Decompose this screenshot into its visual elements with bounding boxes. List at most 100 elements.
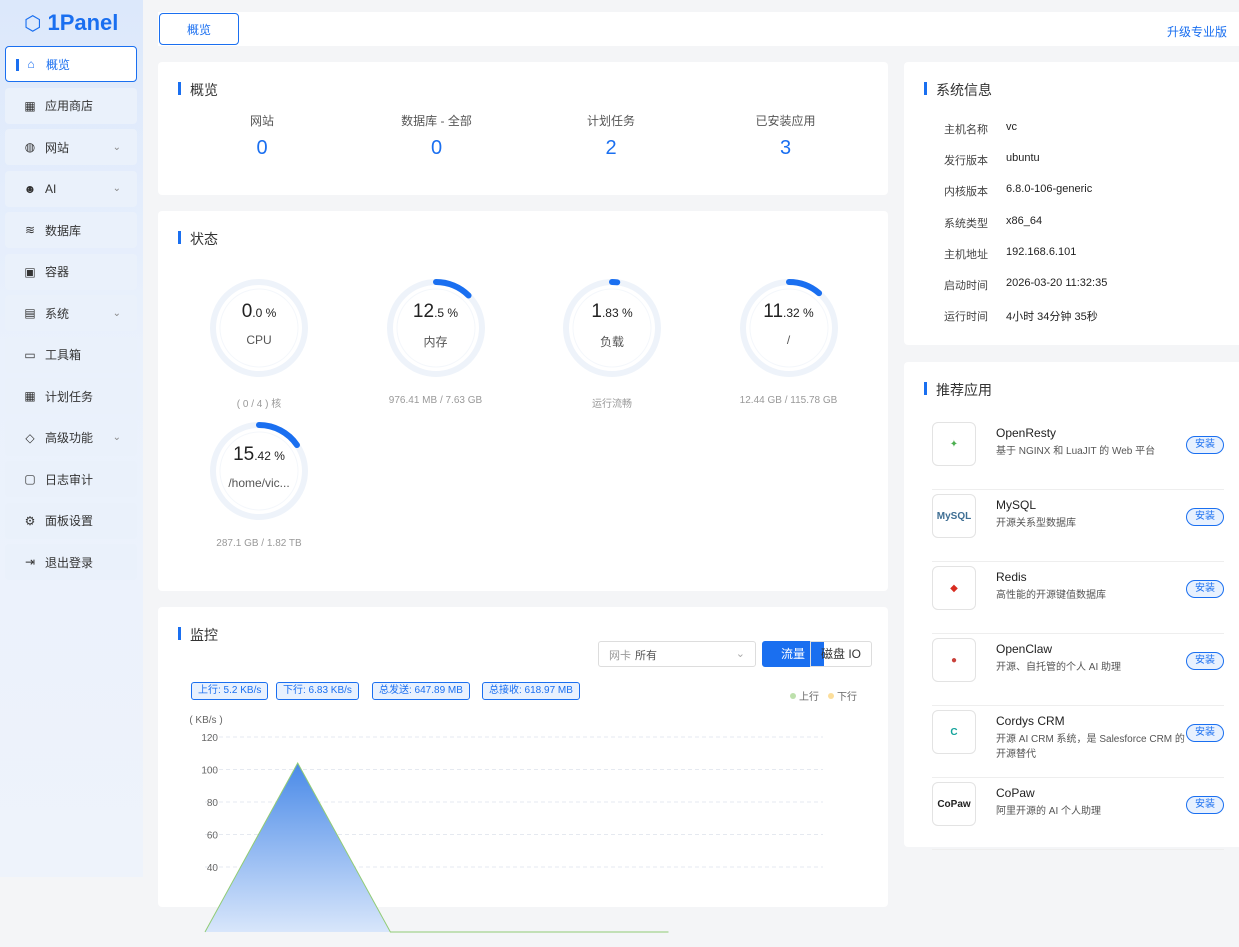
- logo[interactable]: ⬡ 1Panel: [0, 0, 143, 40]
- gauge[interactable]: 11.32 % / 12.44 GB / 115.78 GB: [729, 273, 849, 406]
- sidebar-item[interactable]: ▣ 容器: [5, 253, 137, 290]
- gauge-ring: [210, 279, 308, 377]
- sidebar-item[interactable]: ◇ 高级功能 ⌄: [5, 419, 137, 456]
- gauge-ring: [386, 279, 485, 377]
- gauge-ring: [563, 279, 661, 377]
- install-button[interactable]: 安装: [1186, 508, 1224, 526]
- gauge-ring: [739, 279, 838, 377]
- app-item[interactable]: ● OpenClaw 开源、自托管的个人 AI 助理 安装: [932, 634, 1224, 706]
- grid-icon: ▦: [24, 98, 36, 113]
- home-icon: ⌂: [27, 57, 35, 71]
- y-tick-label: 120: [201, 733, 218, 744]
- card-title: 概览: [178, 80, 218, 100]
- app-item[interactable]: C Cordys CRM 开源 AI CRM 系统，是 Salesforce C…: [932, 706, 1224, 778]
- app-item[interactable]: ✦ OpenResty 基于 NGINX 和 LuaJIT 的 Web 平台 安…: [932, 418, 1224, 490]
- y-axis-label: ( KB/s ): [189, 715, 222, 726]
- app-logo-icon: ◆: [932, 566, 976, 610]
- app-logo-icon: C: [932, 710, 976, 754]
- y-tick-label: 80: [207, 798, 219, 809]
- traffic-chart: ( KB/s ) 40 60 80 100 120 上行 下行: [189, 690, 857, 933]
- logout-icon: ⇥: [24, 555, 36, 569]
- sidebar: ⬡ 1Panel ⌂ 概览 ▦ 应用商店 ◍ 网站 ⌄ ☻ AI ⌄ ≋ 数据库 ▣ 容器 ▤ 系统 ⌄ ▭ 工具箱 ▦…: [0, 0, 143, 877]
- overview-stat[interactable]: 数据库 - 全部 0: [362, 112, 512, 160]
- legend-marker: [828, 693, 834, 699]
- card-title: 推荐应用: [924, 380, 992, 400]
- overview-card: 概览 网站 0 数据库 - 全部 0 计划任务 2 已安装应用 3: [158, 62, 888, 195]
- sidebar-item[interactable]: ◍ 网站 ⌄: [5, 129, 137, 165]
- legend-marker: [790, 693, 796, 699]
- sidebar-item[interactable]: ▦ 计划任务: [5, 378, 137, 414]
- y-tick-label: 100: [201, 766, 218, 777]
- diamond-icon: ◇: [25, 430, 35, 445]
- logo-icon: ⬡: [24, 12, 42, 35]
- server-icon: ▤: [24, 306, 36, 320]
- card-title: 状态: [178, 229, 218, 249]
- install-button[interactable]: 安装: [1186, 724, 1224, 742]
- overview-stat[interactable]: 网站 0: [187, 112, 337, 160]
- system-info-row: 内核版本 6.8.0-106-generic: [944, 183, 1093, 199]
- globe-icon: ◍: [24, 140, 36, 154]
- chevron-down-icon: ⌄: [735, 648, 745, 660]
- app-item[interactable]: ◆ Redis 高性能的开源键值数据库 安装: [932, 562, 1224, 634]
- monitor-card: 监控 网卡 所有 ⌄ 流量 磁盘 IO 上行: 5.2 KB/s 下行: 6.83 K…: [158, 607, 888, 933]
- system-info-row: 系统类型 x86_64: [944, 214, 1043, 230]
- gear-icon: ⚙: [24, 513, 36, 528]
- app-logo-icon: MySQL: [932, 494, 976, 538]
- chevron-down-icon: ⌄: [112, 141, 121, 153]
- active-indicator: [16, 59, 19, 71]
- nic-select[interactable]: 网卡 所有 ⌄: [598, 641, 756, 667]
- system-info-row: 主机地址 192.168.6.101: [944, 245, 1077, 261]
- chevron-down-icon: ⌄: [112, 183, 121, 194]
- tab-overview[interactable]: 概览: [159, 13, 239, 45]
- y-tick-label: 40: [207, 863, 219, 874]
- system-info-row: 启动时间 2026-03-20 11:32:35: [944, 277, 1108, 292]
- overview-stat[interactable]: 已安装应用 3: [711, 112, 861, 160]
- sidebar-item[interactable]: ▤ 系统 ⌄: [5, 295, 137, 331]
- docker-icon: ▣: [24, 264, 36, 279]
- top-bar: 概览 升级专业版: [158, 12, 1239, 46]
- series-upload-area: [205, 763, 669, 932]
- gauge[interactable]: 0.0 % CPU ( 0 / 4 ) 核: [199, 273, 319, 410]
- toolbox-icon: ▭: [24, 347, 36, 362]
- overview-stat[interactable]: 计划任务 2: [536, 112, 686, 160]
- install-button[interactable]: 安装: [1186, 436, 1224, 454]
- system-info-row: 运行时间 4小时 34分钟 35秒: [944, 311, 1098, 324]
- recommended-apps-card: 推荐应用 ✦ OpenResty 基于 NGINX 和 LuaJIT 的 Web…: [904, 362, 1239, 850]
- gauge-ring: [210, 422, 308, 520]
- sidebar-item[interactable]: ≋ 数据库: [5, 212, 137, 248]
- system-info-row: 发行版本 ubuntu: [944, 152, 1040, 168]
- sidebar-item[interactable]: ⚙ 面板设置: [5, 502, 137, 539]
- robot-icon: ☻: [23, 181, 37, 196]
- sidebar-item[interactable]: ☻ AI ⌄: [5, 170, 137, 207]
- sidebar-item[interactable]: ⇥ 退出登录: [5, 544, 137, 580]
- disk-io-button[interactable]: 磁盘 IO: [810, 641, 872, 667]
- install-button[interactable]: 安装: [1186, 652, 1224, 670]
- sidebar-item[interactable]: ▦ 应用商店: [5, 87, 137, 124]
- y-tick-label: 60: [207, 831, 219, 842]
- chevron-down-icon: ⌄: [112, 432, 121, 443]
- status-card: 状态 0.0 % CPU ( 0 / 4 ) 核 12.5 % 内存 976.4…: [158, 211, 888, 591]
- sidebar-item[interactable]: ⌂ 概览: [5, 46, 137, 82]
- system-info-card: 系统信息 主机名称 vc 发行版本 ubuntu 内核版本 6.8.0-106-gener…: [904, 62, 1239, 345]
- gauge[interactable]: 12.5 % 内存 976.41 MB / 7.63 GB: [376, 273, 496, 406]
- app-item[interactable]: CoPaw CoPaw 阿里开源的 AI 个人助理 安装: [932, 778, 1224, 850]
- card-title: 监控: [178, 625, 218, 645]
- layers-icon: ≋: [24, 223, 36, 237]
- sidebar-item[interactable]: ▢ 日志审计: [5, 461, 137, 497]
- calendar-icon: ▦: [24, 389, 36, 403]
- sidebar-item[interactable]: ▭ 工具箱: [5, 336, 137, 373]
- upgrade-link[interactable]: 升级专业版: [1167, 23, 1227, 40]
- gauge[interactable]: 1.83 % 负载 运行流畅: [552, 273, 672, 410]
- app-logo-icon: CoPaw: [932, 782, 976, 826]
- install-button[interactable]: 安装: [1186, 796, 1224, 814]
- app-item[interactable]: MySQL MySQL 开源关系型数据库 安装: [932, 490, 1224, 562]
- gauge[interactable]: 15.42 % /home/vic... 287.1 GB / 1.82 TB: [199, 416, 319, 549]
- chevron-down-icon: ⌄: [112, 307, 121, 319]
- app-logo-icon: ✦: [932, 422, 976, 466]
- legend-label: 上行: [799, 690, 819, 703]
- app-logo-icon: ●: [932, 638, 976, 682]
- install-button[interactable]: 安装: [1186, 580, 1224, 598]
- legend-label: 下行: [837, 690, 857, 703]
- system-info-row: 主机名称 vc: [944, 121, 1017, 136]
- card-title: 系统信息: [924, 80, 992, 100]
